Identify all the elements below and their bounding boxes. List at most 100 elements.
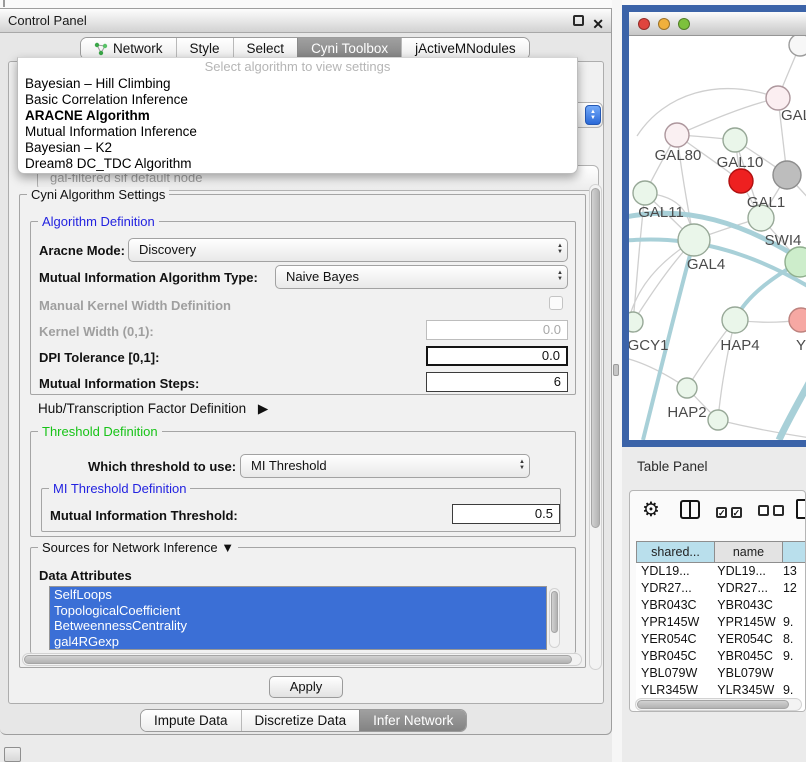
which-threshold-combobox[interactable]: MI Threshold ▲▼	[240, 454, 530, 478]
tab-infer-network[interactable]: Infer Network	[359, 710, 466, 731]
cell-name: YLR345W	[712, 682, 778, 699]
cell-name: YDR27...	[712, 580, 778, 597]
manual-kernel-width-checkbox[interactable]	[549, 296, 563, 310]
network-edge-highlighted[interactable]	[779, 372, 806, 440]
tab-network[interactable]: Network	[81, 38, 176, 59]
cell-name: YER054C	[712, 631, 778, 648]
kernel-width-value: 0.0	[543, 322, 561, 337]
scrollbar-thumb[interactable]	[591, 188, 600, 528]
sources-group: Sources for Network Inference ▼ Data Att…	[30, 547, 576, 653]
network-node[interactable]	[789, 308, 806, 332]
settings-horizontal-scrollbar[interactable]	[22, 653, 582, 666]
mi-algorithm-type-combobox[interactable]: Naive Bayes ▲▼	[275, 265, 568, 289]
network-node[interactable]	[708, 410, 728, 430]
network-node-label: GAL1	[747, 194, 785, 211]
tab-style[interactable]: Style	[176, 38, 233, 59]
network-window: GALGAL80GAL10GAL1GAL11SWI4GAL4GCY1HAP4YH…	[622, 5, 806, 447]
dropdown-item[interactable]: Basic Correlation Inference	[18, 92, 577, 108]
cell-value	[778, 597, 806, 614]
tab-jactivemnodules[interactable]: jActiveMNodules	[401, 38, 529, 59]
network-node[interactable]	[789, 36, 806, 56]
column-header-clipped[interactable]	[783, 541, 806, 563]
group-title: MI Threshold Definition	[49, 481, 190, 496]
network-node[interactable]	[678, 224, 710, 256]
dropdown-item[interactable]: Mutual Information Inference	[18, 124, 577, 140]
network-node[interactable]	[722, 307, 748, 333]
attribute-list-item[interactable]: SelfLoops	[50, 587, 546, 603]
network-edge[interactable]	[637, 89, 778, 136]
close-traffic-light[interactable]	[638, 18, 650, 30]
gear-icon[interactable]: ⚙	[642, 497, 660, 522]
dpi-tolerance-field[interactable]: 0.0	[426, 346, 568, 366]
network-edge[interactable]	[718, 420, 806, 438]
network-canvas[interactable]: GALGAL80GAL10GAL1GAL11SWI4GAL4GCY1HAP4YH…	[629, 36, 806, 440]
table-row[interactable]: YPR145W YPR145W 9.	[636, 614, 806, 631]
network-edge[interactable]	[677, 98, 778, 135]
mi-steps-field[interactable]: 6	[426, 372, 568, 392]
table-row[interactable]: YBR045C YBR045C 9.	[636, 648, 806, 665]
dropdown-item[interactable]: Dream8 DC_TDC Algorithm	[18, 156, 577, 172]
attribute-list-item[interactable]: BetweennessCentrality	[50, 618, 546, 634]
float-window-icon[interactable]	[573, 15, 584, 26]
network-node[interactable]	[629, 312, 643, 332]
expanded-arrow-icon[interactable]: ▼	[221, 540, 234, 555]
select-all-checkboxes-icon[interactable]: ✓ ✓	[716, 504, 742, 519]
network-node[interactable]	[677, 378, 697, 398]
aracne-mode-combobox[interactable]: Discovery ▲▼	[128, 238, 568, 262]
list-vertical-scrollbar[interactable]	[549, 588, 560, 648]
network-node[interactable]	[773, 161, 801, 189]
network-window-titlebar[interactable]	[629, 12, 806, 36]
tab-cyni-toolbox[interactable]: Cyni Toolbox	[297, 38, 401, 59]
sources-title: Sources for Network Inference	[42, 540, 218, 555]
minimized-icon[interactable]	[4, 747, 21, 762]
table-header: shared... name	[636, 541, 806, 563]
tab-select[interactable]: Select	[233, 38, 298, 59]
table-row[interactable]: YBL079W YBL079W	[636, 665, 806, 682]
combobox-stepper-focused[interactable]: ▲▼	[585, 105, 601, 125]
table-row[interactable]: YDL19... YDL19... 13	[636, 563, 806, 580]
dropdown-item[interactable]: ARACNE Algorithm	[18, 108, 577, 124]
minimize-traffic-light[interactable]	[658, 18, 670, 30]
attribute-list-item[interactable]: TopologicalCoefficient	[50, 603, 546, 619]
network-node[interactable]	[723, 128, 747, 152]
control-panel-titlebar: Control Panel ✕	[0, 9, 611, 33]
network-edge[interactable]	[718, 320, 735, 420]
split-pane-grip[interactable]	[613, 364, 619, 376]
table-row[interactable]: YLR345W YLR345W 9.	[636, 682, 806, 699]
tab-impute-data[interactable]: Impute Data	[141, 710, 241, 731]
hub-definition-toggle[interactable]: Hub/Transcription Factor Definition ▶	[38, 401, 268, 417]
scrollbar-thumb[interactable]	[24, 655, 572, 664]
network-node[interactable]	[633, 181, 657, 205]
scrollbar-thumb[interactable]	[551, 591, 558, 633]
column-header-shared-name[interactable]: shared...	[636, 541, 715, 563]
table-row[interactable]: YER054C YER054C 8.	[636, 631, 806, 648]
table-row[interactable]: YBR043C YBR043C	[636, 597, 806, 614]
close-icon[interactable]: ✕	[592, 12, 604, 36]
network-node-label: GAL10	[717, 154, 764, 171]
deselect-all-checkboxes-icon[interactable]	[758, 504, 784, 519]
tab-discretize-data[interactable]: Discretize Data	[241, 710, 360, 731]
network-node-label: GCY1	[629, 337, 668, 354]
cell-name: YBR043C	[712, 597, 778, 614]
new-table-icon[interactable]	[796, 499, 806, 519]
table-row[interactable]: YDR27... YDR27... 12	[636, 580, 806, 597]
settings-vertical-scrollbar[interactable]	[589, 184, 602, 670]
dropdown-item[interactable]: Bayesian – K2	[18, 140, 577, 156]
mi-threshold-field[interactable]: 0.5	[452, 504, 560, 524]
aracne-mode-value: Discovery	[139, 242, 196, 257]
network-node-label: SWI4	[765, 232, 802, 249]
dropdown-item[interactable]: Bayesian – Hill Climbing	[18, 76, 577, 92]
data-attributes-list[interactable]: SelfLoops TopologicalCoefficient Between…	[49, 586, 547, 650]
zoom-traffic-light[interactable]	[678, 18, 690, 30]
network-icon	[94, 42, 108, 56]
table-horizontal-scrollbar[interactable]	[635, 698, 802, 711]
attribute-list-item[interactable]: gal4RGexp	[50, 634, 546, 650]
network-node[interactable]	[729, 169, 753, 193]
collapsed-arrow-icon[interactable]: ▶	[258, 401, 268, 416]
column-layout-icon[interactable]	[680, 500, 700, 519]
apply-button[interactable]: Apply	[269, 676, 343, 698]
network-node[interactable]	[665, 123, 689, 147]
scrollbar-thumb[interactable]	[637, 700, 789, 709]
kernel-width-field[interactable]: 0.0	[426, 320, 568, 340]
column-header-name[interactable]: name	[715, 541, 783, 563]
